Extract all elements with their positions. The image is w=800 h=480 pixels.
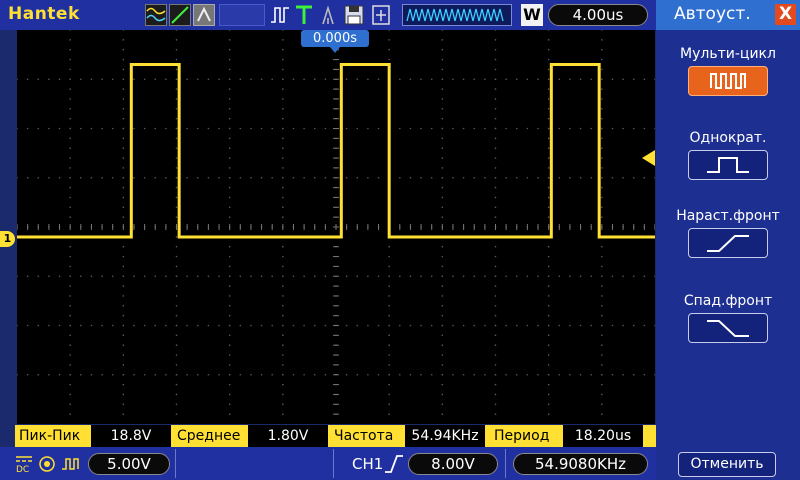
brand-logo: Hantek xyxy=(8,4,80,24)
mixed-wave-icon[interactable] xyxy=(145,4,167,26)
falling-edge-button[interactable] xyxy=(688,313,768,343)
dc-coupling-icon[interactable]: DC xyxy=(15,453,33,475)
option-label-falling-edge: Спад.фронт xyxy=(683,293,773,309)
option-label-multi-cycle: Мульти-цикл xyxy=(680,46,776,62)
frequency-counter-field[interactable]: 54.9080KHz xyxy=(513,453,648,475)
option-label-single: Однократ. xyxy=(689,130,767,146)
square-wave-trace xyxy=(17,62,655,239)
multi-cycle-button[interactable] xyxy=(688,66,768,96)
single-pulse-button[interactable] xyxy=(688,150,768,180)
measurement-label-period: Период xyxy=(494,428,550,444)
separator xyxy=(333,449,334,478)
waveform-display[interactable]: 0.000s xyxy=(17,30,655,424)
separator xyxy=(175,449,176,478)
option-label-rising-edge: Нараст.фронт xyxy=(676,208,780,224)
measurement-label-frequency: Частота xyxy=(334,428,394,444)
trigger-t-icon[interactable] xyxy=(294,4,314,26)
measurement-bar: Пик-Пик 18.8V Среднее 1.80V Частота 54.9… xyxy=(15,425,656,447)
measurement-value-mean: 1.80V xyxy=(248,425,328,447)
save-disk-icon[interactable] xyxy=(343,4,365,26)
close-button[interactable]: X xyxy=(775,4,796,25)
top-status-bar: Hantek W 4.00us xyxy=(0,0,656,30)
multi-cycle-wave-icon xyxy=(710,73,746,89)
wave-mode-icon[interactable]: W xyxy=(521,4,543,26)
measurement-value-frequency: 54.94KHz xyxy=(405,425,485,447)
autoset-side-panel: Автоуст. X Мульти-цикл Однократ. Нараст.… xyxy=(656,0,800,480)
rising-edge-icon xyxy=(707,235,749,252)
channel-1-trace xyxy=(17,62,655,239)
status-indicator-empty xyxy=(219,4,265,26)
volts-per-div-field[interactable]: 5.00V xyxy=(88,453,170,475)
usb-device-icon[interactable] xyxy=(370,4,392,26)
measurement-value-period: 18.20us xyxy=(563,425,643,447)
timebase-field[interactable]: 4.00us xyxy=(548,4,648,26)
trigger-position-arrow-icon xyxy=(330,47,340,53)
trigger-pulse-icon[interactable] xyxy=(270,4,290,26)
trigger-position-label[interactable]: 0.000s xyxy=(301,30,369,47)
cancel-button[interactable]: Отменить xyxy=(678,452,776,477)
single-pulse-icon xyxy=(707,157,749,173)
side-panel-header: Автоуст. X xyxy=(656,0,800,30)
rising-edge-button[interactable] xyxy=(688,228,768,258)
memory-waveform-overview-icon[interactable] xyxy=(402,4,512,26)
vector-mode-icon[interactable] xyxy=(169,4,191,26)
trigger-level-field[interactable]: 8.00V xyxy=(408,453,498,475)
falling-edge-icon xyxy=(707,320,749,337)
measurement-label-peak-to-peak: Пик-Пик xyxy=(19,428,81,444)
separator xyxy=(505,449,506,478)
trigger-level-arrow-icon[interactable] xyxy=(642,150,655,166)
trigger-source-label[interactable]: CH1 xyxy=(352,455,383,473)
side-panel-title: Автоуст. xyxy=(674,4,751,24)
ground-coupling-icon[interactable] xyxy=(318,4,338,26)
channel-1-marker[interactable]: 1 xyxy=(0,231,15,247)
svg-text:DC: DC xyxy=(16,465,29,473)
measurement-label-mean: Среднее xyxy=(177,428,241,444)
persistence-icon[interactable] xyxy=(193,4,215,26)
bandwidth-limit-icon[interactable] xyxy=(61,455,81,473)
trigger-rising-edge-icon[interactable] xyxy=(383,453,405,475)
bottom-status-bar: DC 5.00V CH1 8.00V 54.9080KHz xyxy=(0,447,656,480)
measurement-value-peak-to-peak: 18.8V xyxy=(91,425,171,447)
probe-settings-icon[interactable] xyxy=(38,455,56,473)
